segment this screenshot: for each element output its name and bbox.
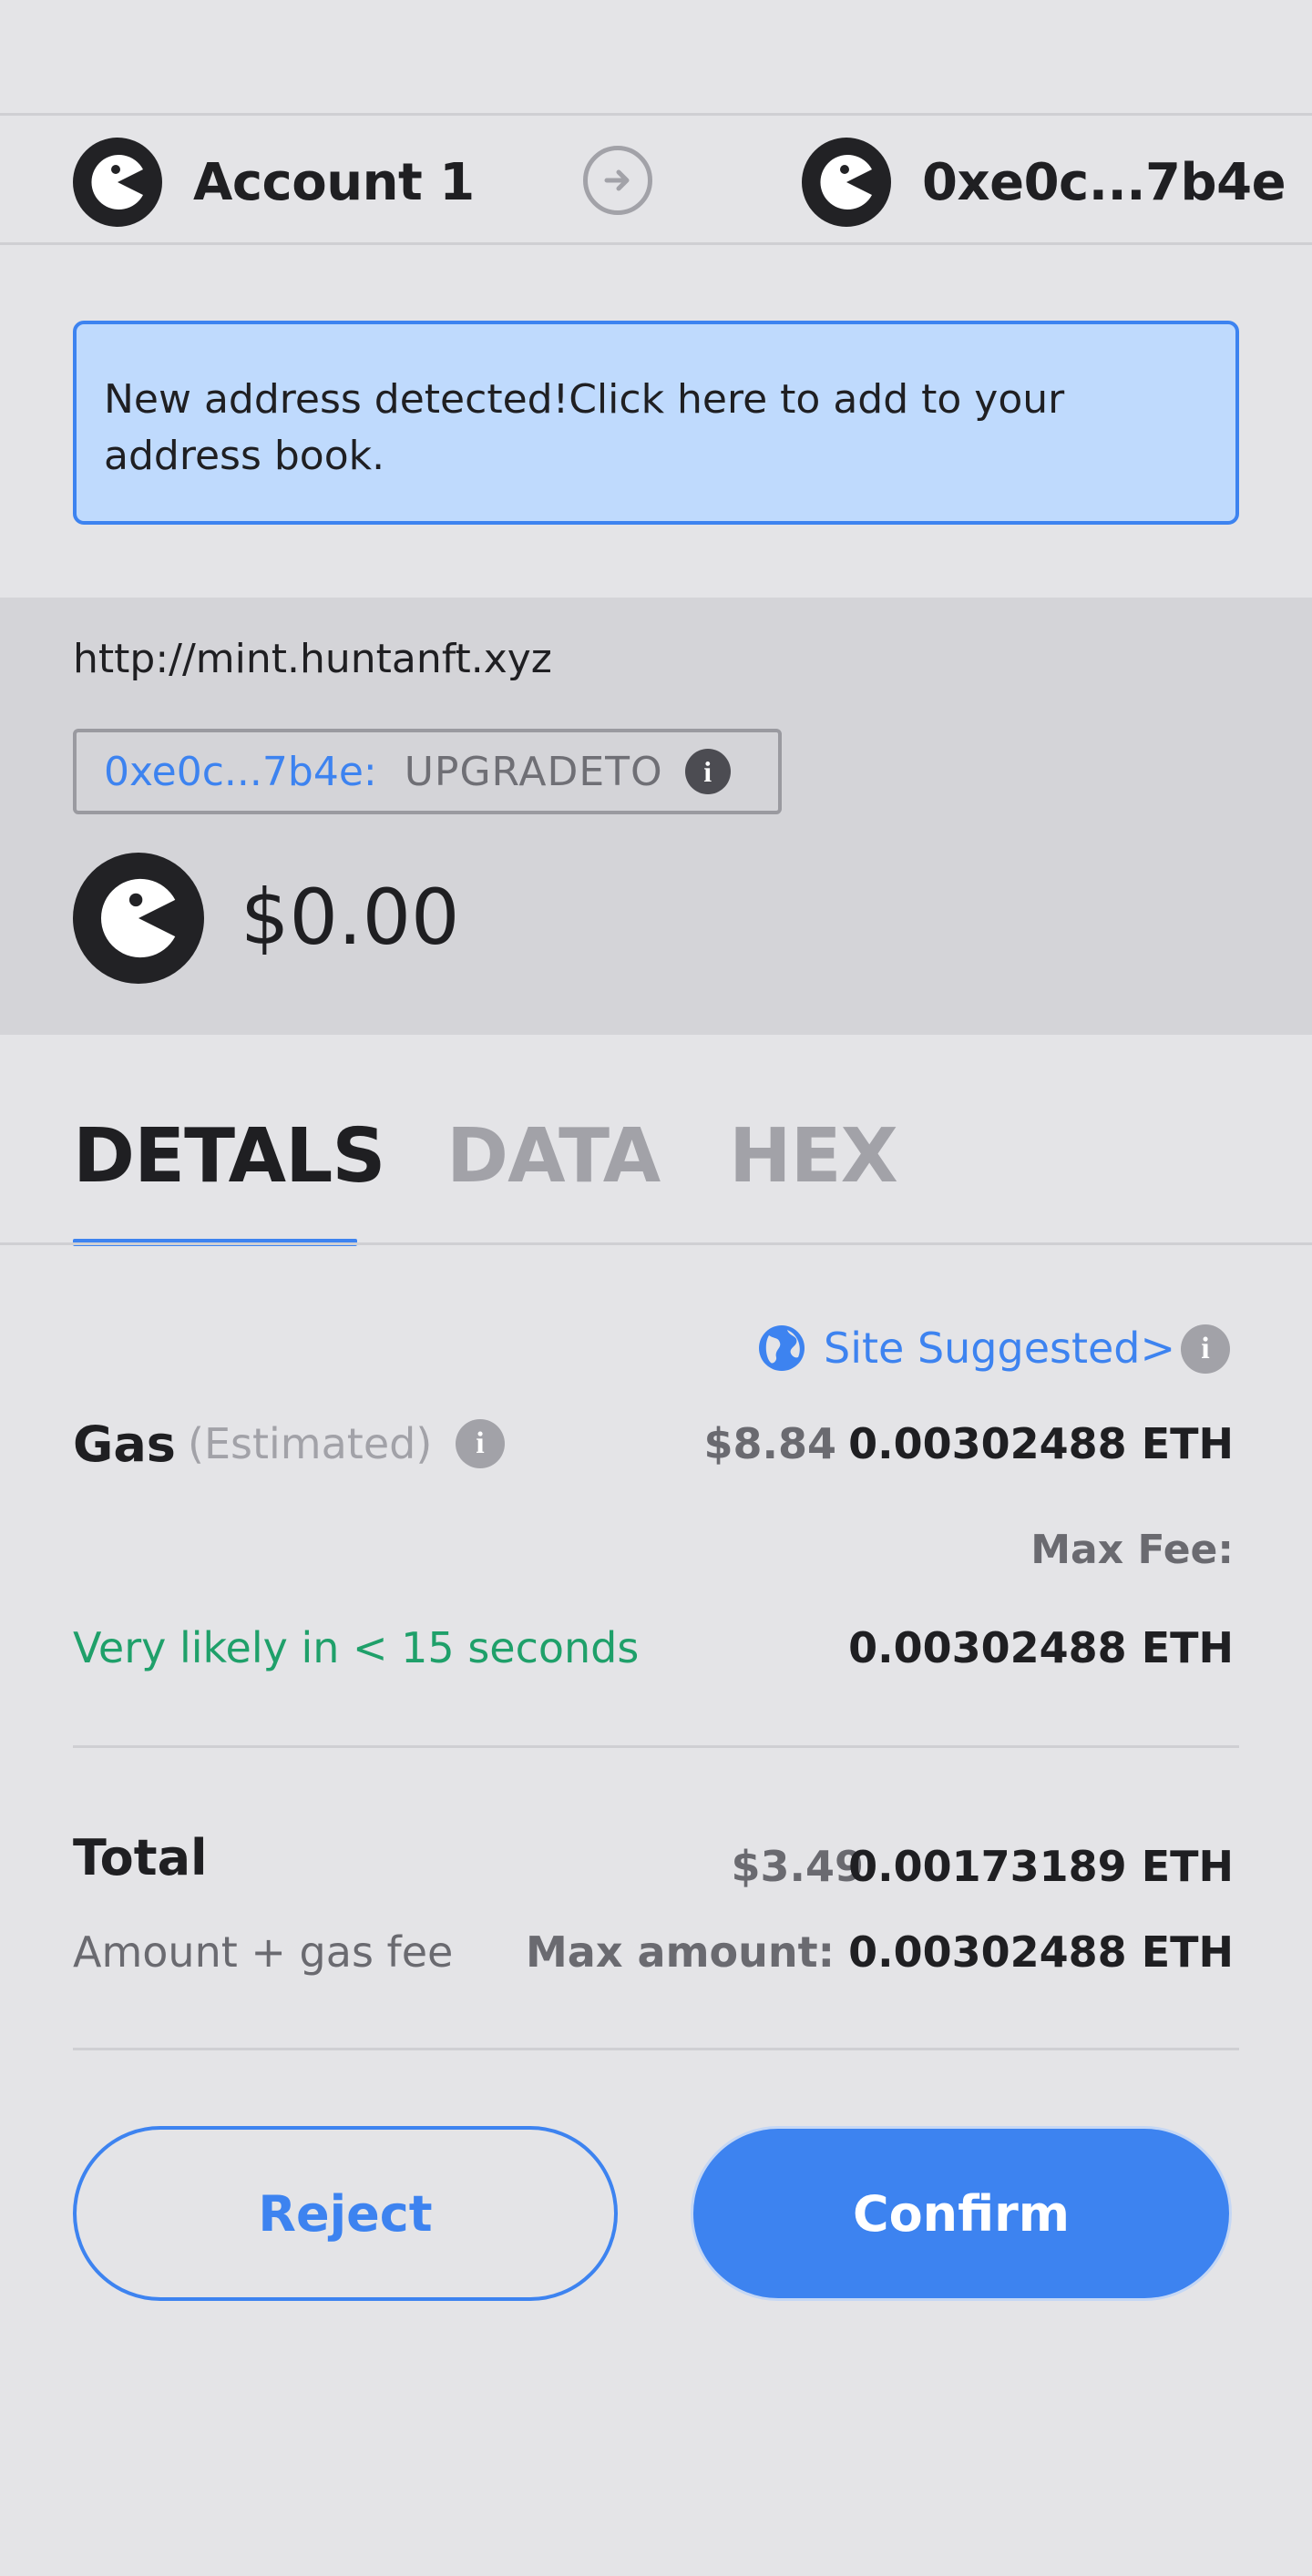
tabs-divider [0, 1242, 1312, 1245]
method-name: UPGRADETO [404, 748, 663, 795]
site-origin: http://mint.huntanft.xyz [73, 636, 552, 682]
account-avatar-icon [73, 853, 204, 984]
from-account-name: Account 1 [193, 152, 475, 212]
gas-likelihood: Very likely in < 15 seconds [73, 1623, 640, 1672]
method-address[interactable]: 0xe0c...7b4e: [104, 749, 377, 795]
info-icon[interactable]: i [684, 749, 731, 794]
arrow-right-circle-icon [583, 146, 652, 215]
globe-icon [756, 1323, 807, 1374]
header-divider [0, 242, 1312, 245]
new-address-banner[interactable]: New address detected!Click here to add t… [73, 321, 1239, 525]
from-account[interactable]: Account 1 [73, 138, 475, 227]
total-fiat: $3.49 [731, 1842, 864, 1891]
gas-estimated-label: (Estimated) [188, 1419, 433, 1468]
info-icon[interactable]: i [456, 1419, 505, 1468]
tab-details[interactable]: DETALS [73, 1113, 385, 1200]
confirm-button[interactable]: Confirm [691, 2126, 1232, 2301]
gas-label: Gas [73, 1416, 176, 1473]
gas-eth: 0.00302488 ETH [848, 1419, 1234, 1468]
total-label: Total [73, 1829, 208, 1886]
max-amount-eth: 0.00302488 ETH [848, 1927, 1234, 1977]
gas-divider [73, 1745, 1239, 1748]
max-fee-eth: 0.00302488 ETH [848, 1623, 1234, 1672]
gas-fiat: $8.84 [703, 1419, 836, 1468]
reject-button[interactable]: Reject [73, 2126, 618, 2301]
top-divider [0, 113, 1312, 116]
info-icon[interactable]: i [1181, 1324, 1230, 1374]
total-eth: 0.00173189 ETH [848, 1842, 1234, 1891]
account-avatar-icon [73, 138, 162, 227]
total-sublabel: Amount + gas fee [73, 1927, 454, 1977]
tab-data[interactable]: DATA [446, 1113, 661, 1200]
account-avatar-icon [802, 138, 891, 227]
site-suggested-link[interactable]: Site Suggested> [756, 1323, 1175, 1374]
tab-hex[interactable]: HEX [729, 1113, 898, 1200]
site-panel: http://mint.huntanft.xyz 0xe0c...7b4e: U… [0, 598, 1312, 1035]
site-suggested-label: Site Suggested> [824, 1324, 1176, 1373]
method-box: 0xe0c...7b4e: UPGRADETO i [73, 729, 782, 814]
to-account[interactable]: 0xe0c...7b4e [802, 138, 1286, 227]
total-divider [73, 2048, 1239, 2050]
transaction-amount: $0.00 [241, 873, 460, 962]
max-fee-label: Max Fee: [1030, 1527, 1234, 1573]
to-account-address: 0xe0c...7b4e [922, 152, 1286, 212]
max-amount-label: Max amount: [526, 1927, 835, 1977]
